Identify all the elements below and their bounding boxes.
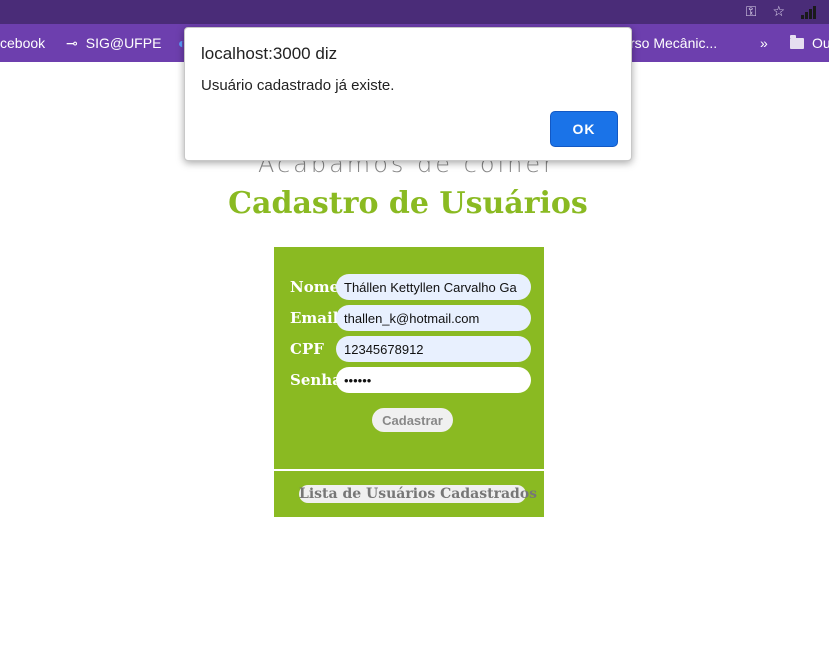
- bookmark-label: Ou: [812, 35, 829, 51]
- star-icon[interactable]: ☆: [772, 4, 785, 20]
- registration-form: Nome Email CPF Senha Cadastrar: [274, 247, 544, 469]
- password-input[interactable]: [336, 367, 531, 393]
- name-row: Nome: [290, 274, 531, 300]
- alert-dialog: localhost:3000 diz Usuário cadastrado já…: [184, 27, 632, 161]
- name-label: Nome: [290, 278, 340, 296]
- email-row: Email: [290, 305, 531, 331]
- email-label: Email: [290, 309, 339, 327]
- bookmark-label: rso Mecânic...: [630, 35, 718, 51]
- bookmark-folder-other[interactable]: Ou: [790, 24, 829, 62]
- folder-icon: [790, 34, 804, 49]
- link-icon: ⊸: [66, 34, 78, 51]
- dialog-title: localhost:3000 diz: [201, 44, 338, 63]
- password-row: Senha: [290, 367, 531, 393]
- user-list-button[interactable]: Lista de Usuários Cadastrados: [299, 485, 537, 503]
- cpf-row: CPF: [290, 336, 531, 362]
- bookmark-sig-ufpe[interactable]: ⊸ SIG@UFPE: [66, 24, 161, 62]
- toolbar-icons: ⚿ ☆: [746, 0, 829, 24]
- key-icon[interactable]: ⚿: [746, 4, 757, 20]
- bookmark-curso-mecanica[interactable]: rso Mecânic...: [630, 24, 717, 62]
- bookmark-label: SIG@UFPE: [85, 35, 162, 51]
- email-input[interactable]: [336, 305, 531, 331]
- cpf-input[interactable]: [336, 336, 531, 362]
- bookmarks-overflow-button[interactable]: »: [760, 24, 768, 62]
- chevron-right-icon: »: [760, 35, 768, 51]
- dialog-message: Usuário cadastrado já existe.: [201, 77, 395, 94]
- cpf-label: CPF: [290, 340, 324, 358]
- ok-button[interactable]: OK: [551, 112, 617, 146]
- bookmark-facebook[interactable]: cebook: [0, 24, 45, 62]
- user-list-panel: Lista de Usuários Cadastrados: [274, 471, 544, 517]
- bookmark-label: cebook: [0, 35, 46, 51]
- page-title: Cadastro de Usuários: [228, 186, 588, 221]
- signal-icon: [801, 5, 819, 19]
- register-button[interactable]: Cadastrar: [372, 408, 453, 432]
- browser-top-bar: ⚿ ☆: [0, 0, 829, 24]
- name-input[interactable]: [336, 274, 531, 300]
- password-label: Senha: [290, 371, 342, 389]
